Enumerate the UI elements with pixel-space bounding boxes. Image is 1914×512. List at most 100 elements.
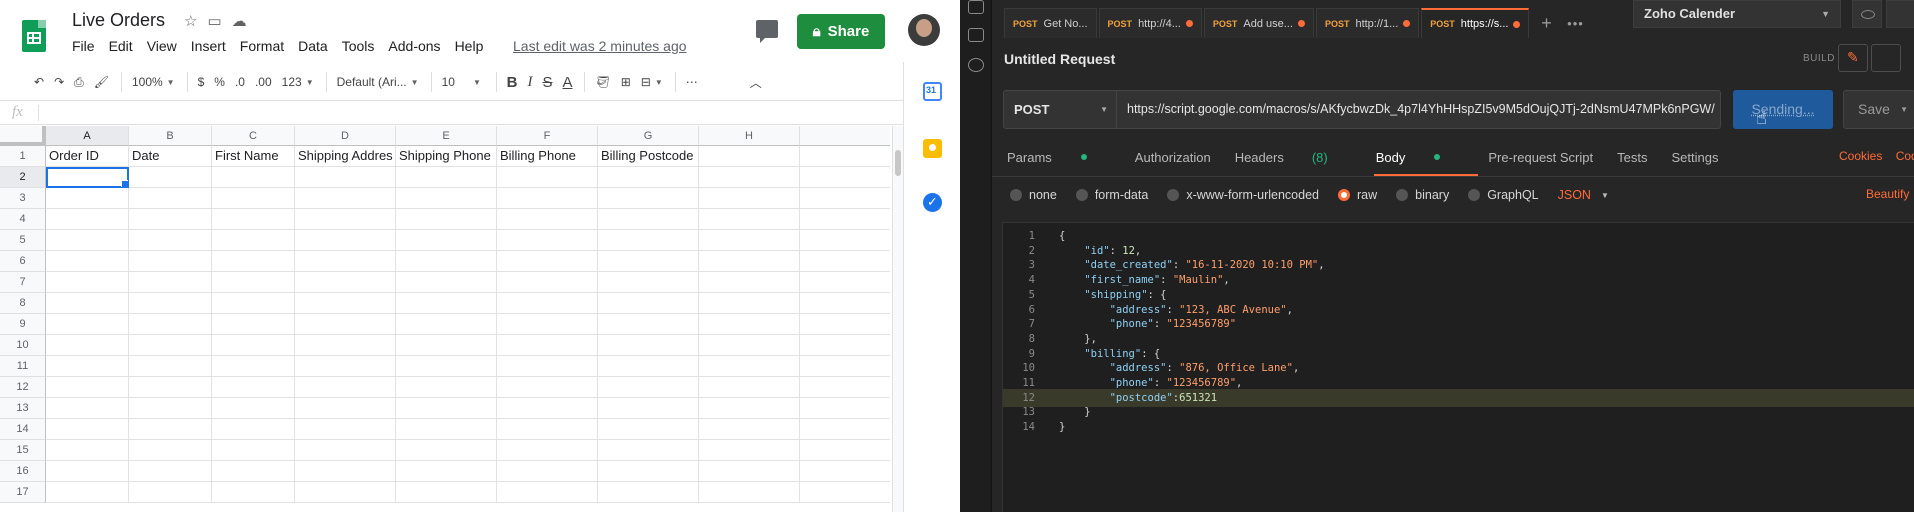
row-header[interactable]: 7 [0,272,46,293]
menu-data[interactable]: Data [298,38,336,54]
grid-cell[interactable] [46,251,129,272]
grid-cell[interactable] [699,335,800,356]
grid-cell[interactable] [46,356,129,377]
grid-cell[interactable] [598,188,699,209]
grid-cell[interactable] [212,293,295,314]
paint-format-icon[interactable]: 🖌︎ [94,75,109,89]
grid-cell[interactable] [46,314,129,335]
column-header-c[interactable]: C [212,126,295,146]
grid-cell[interactable] [46,209,129,230]
grid-cell[interactable] [212,461,295,482]
grid-cell[interactable] [598,461,699,482]
grid-cell[interactable] [800,440,890,461]
print-icon[interactable]: ⎙ [74,75,84,90]
grid-cell[interactable] [396,251,497,272]
grid-cell[interactable] [800,188,890,209]
grid-cell[interactable] [396,482,497,503]
grid-cell[interactable] [129,356,212,377]
grid-cell[interactable] [295,293,396,314]
grid-cell[interactable] [497,461,598,482]
grid-cell[interactable] [46,272,129,293]
grid-cell[interactable] [129,188,212,209]
bold-button[interactable]: B [507,74,518,91]
grid-cell[interactable] [800,377,890,398]
save-button[interactable]: Save ▼ [1843,90,1914,129]
manage-environments-icon[interactable] [1886,0,1914,28]
grid-cell[interactable] [598,398,699,419]
row-header[interactable]: 4 [0,209,46,230]
row-header[interactable]: 3 [0,188,46,209]
tab-params[interactable]: Params [1007,147,1111,167]
italic-button[interactable]: I [527,74,532,91]
cookies-link[interactable]: Cookies [1839,149,1882,163]
body-code-editor[interactable]: 1{2 "id": 12, 3 "date_created": "16-11-20… [1002,222,1914,512]
grid-cell[interactable] [497,251,598,272]
environment-quicklook-icon[interactable] [1852,0,1882,28]
column-header-g[interactable]: G [598,126,699,146]
select-all-corner[interactable] [0,126,46,146]
grid-cell[interactable] [699,461,800,482]
grid-cell[interactable] [699,146,800,167]
grid-cell[interactable] [800,272,890,293]
menu-addons[interactable]: Add-ons [388,38,448,54]
menu-insert[interactable]: Insert [191,38,234,54]
collections-icon[interactable] [968,28,984,42]
grid-cell[interactable] [800,167,890,188]
share-button[interactable]: 🔒︎ Share [797,14,885,49]
grid-cell[interactable] [129,335,212,356]
grid-cell[interactable] [295,377,396,398]
keep-icon[interactable] [923,139,942,158]
grid-cell[interactable]: Billing Postcode [598,146,699,167]
column-header-a[interactable]: A [46,126,129,146]
column-header-f[interactable]: F [497,126,598,146]
grid-cell[interactable] [46,230,129,251]
grid-cell[interactable] [129,272,212,293]
grid-cell[interactable] [497,440,598,461]
new-tab-icon[interactable]: + [1531,8,1561,38]
font-select[interactable]: Default (Ari... ▼ [337,75,419,89]
column-header-d[interactable]: D [295,126,396,146]
grid-cell[interactable] [129,482,212,503]
radio-binary[interactable]: binary [1396,186,1449,204]
request-tab[interactable]: POST http://1... [1315,8,1420,38]
grid-cell[interactable] [396,356,497,377]
grid-cell[interactable] [497,209,598,230]
grid-cell[interactable] [129,377,212,398]
grid-cell[interactable] [295,314,396,335]
grid-cell[interactable] [699,314,800,335]
grid-cell[interactable] [46,398,129,419]
tab-settings[interactable]: Settings [1671,147,1718,167]
grid-cell[interactable] [46,293,129,314]
tasks-icon[interactable] [923,193,942,212]
grid-cell[interactable]: Billing Phone [497,146,598,167]
grid-cell[interactable] [46,377,129,398]
grid-cell[interactable] [699,377,800,398]
row-header[interactable]: 2 [0,167,46,188]
grid-cell[interactable] [699,188,800,209]
grid-cell[interactable] [295,272,396,293]
grid-cell[interactable] [497,356,598,377]
grid-cell[interactable] [46,461,129,482]
column-header-b[interactable]: B [129,126,212,146]
grid-cell[interactable]: First Name [212,146,295,167]
row-header[interactable]: 6 [0,251,46,272]
send-button[interactable]: Sending... [1733,90,1833,129]
request-tab[interactable]: POST Get No... [1004,8,1097,38]
grid-cell[interactable] [699,230,800,251]
url-input[interactable]: https://script.google.com/macros/s/AKfyc… [1117,90,1721,129]
grid-cell[interactable] [800,230,890,251]
grid-cell[interactable] [212,398,295,419]
grid-cell[interactable] [699,482,800,503]
grid-cell[interactable] [800,335,890,356]
edit-icon[interactable] [1838,44,1868,72]
grid-cell[interactable] [295,419,396,440]
active-cell[interactable] [46,167,129,188]
grid-cell[interactable] [295,209,396,230]
row-header[interactable]: 1 [0,146,46,167]
tab-prerequest-script[interactable]: Pre-request Script [1488,147,1593,167]
menu-format[interactable]: Format [240,38,292,54]
grid-cell[interactable] [295,356,396,377]
grid-cell[interactable] [497,335,598,356]
grid-cell[interactable] [800,482,890,503]
grid-cell[interactable] [212,167,295,188]
